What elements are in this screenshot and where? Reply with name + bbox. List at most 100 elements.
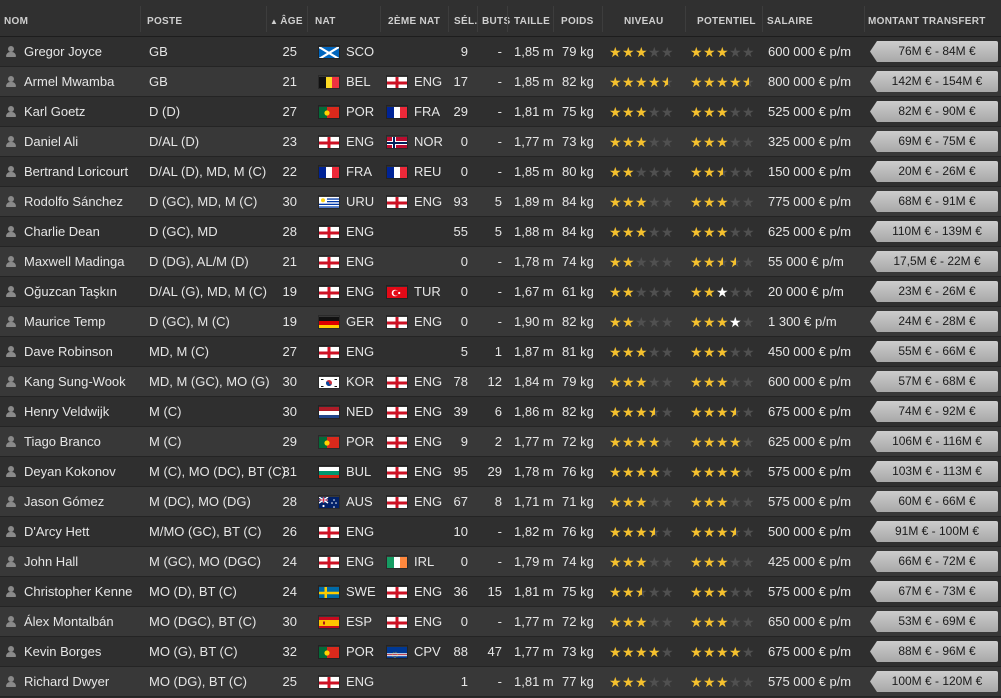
player-name[interactable]: Kang Sung-Wook: [24, 367, 126, 397]
goals: -: [497, 74, 502, 89]
transfer-value-tag[interactable]: 103M € - 113M €: [870, 461, 998, 482]
col-header-poids[interactable]: POIDS: [561, 0, 594, 37]
transfer-value-tag[interactable]: 67M € - 73M €: [870, 581, 998, 602]
col-header-poste[interactable]: POSTE: [147, 0, 182, 37]
player-name[interactable]: Daniel Ali: [24, 127, 78, 157]
star-icon: ★: [703, 464, 716, 480]
player-name[interactable]: Gregor Joyce: [24, 37, 102, 67]
transfer-value-tag[interactable]: 68M € - 91M €: [870, 191, 998, 212]
table-row[interactable]: Kang Sung-Wook MD, M (GC), MO (G) 30 KOR…: [0, 367, 1001, 397]
transfer-value-tag[interactable]: 82M € - 90M €: [870, 101, 998, 122]
table-row[interactable]: Dave Robinson MD, M (C) 27 ENG 5 1 1,87 …: [0, 337, 1001, 367]
table-row[interactable]: Kevin Borges MO (G), BT (C) 32 POR CPV 8…: [0, 637, 1001, 667]
table-row[interactable]: Gregor Joyce GB 25 SCO 9 - 1,85 m 79 kg …: [0, 37, 1001, 67]
nationality: SCO: [346, 44, 375, 59]
col-header-nat2[interactable]: 2ÈME NAT: [388, 0, 440, 37]
table-row[interactable]: Christopher Kenne MO (D), BT (C) 24 SWE …: [0, 577, 1001, 607]
flag-icon-uru: [319, 196, 339, 208]
player-name[interactable]: Maurice Temp: [24, 307, 105, 337]
player-position: MD, M (GC), MO (G): [149, 374, 270, 389]
star-icon: ★: [622, 374, 635, 390]
table-row[interactable]: Armel Mwamba GB 21 BEL ENG 17 - 1,85 m 8…: [0, 67, 1001, 97]
player-name[interactable]: Jason Gómez: [24, 487, 104, 517]
col-header-nat[interactable]: NAT: [315, 0, 336, 37]
transfer-value-tag[interactable]: 60M € - 66M €: [870, 491, 998, 512]
nationality: ENG: [346, 224, 375, 239]
transfer-value-tag[interactable]: 55M € - 66M €: [870, 341, 998, 362]
transfer-value-tag[interactable]: 24M € - 28M €: [870, 311, 998, 332]
transfer-value-tag[interactable]: 57M € - 68M €: [870, 371, 998, 392]
table-row[interactable]: Deyan Kokonov M (C), MO (DC), BT (C) 31 …: [0, 457, 1001, 487]
nationality: URU: [346, 194, 375, 209]
weight: 79 kg: [562, 44, 594, 59]
transfer-value-tag[interactable]: 106M € - 116M €: [870, 431, 998, 452]
star-icon: ★: [690, 404, 703, 420]
ability-stars: ★★★★★: [609, 547, 674, 577]
transfer-value-tag[interactable]: 74M € - 92M €: [870, 401, 998, 422]
player-name[interactable]: Charlie Dean: [24, 217, 100, 247]
player-name[interactable]: Deyan Kokonov: [24, 457, 116, 487]
col-header-niveau[interactable]: NIVEAU: [624, 0, 664, 37]
player-name[interactable]: Maxwell Madinga: [24, 247, 124, 277]
transfer-value-tag[interactable]: 17,5M € - 22M €: [870, 251, 998, 272]
player-name[interactable]: Armel Mwamba: [24, 67, 114, 97]
player-name[interactable]: Henry Veldwijk: [24, 397, 109, 427]
col-header-potentiel[interactable]: POTENTIEL: [697, 0, 756, 37]
star-icon: ★: [716, 74, 729, 90]
table-row[interactable]: Maxwell Madinga D (DG), AL/M (D) 21 ENG …: [0, 247, 1001, 277]
table-row[interactable]: Bertrand Loricourt D/AL (D), MD, M (C) 2…: [0, 157, 1001, 187]
table-row[interactable]: Henry Veldwijk M (C) 30 NED ENG 39 6 1,8…: [0, 397, 1001, 427]
transfer-value-tag[interactable]: 91M € - 100M €: [870, 521, 998, 542]
player-name[interactable]: Bertrand Loricourt: [24, 157, 128, 187]
table-row[interactable]: Oğuzcan Taşkın D/AL (G), MD, M (C) 19 EN…: [0, 277, 1001, 307]
player-name[interactable]: Rodolfo Sánchez: [24, 187, 123, 217]
star-icon: ★: [635, 224, 648, 240]
col-header-transfert[interactable]: MONTANT TRANSFERT: [868, 0, 986, 37]
player-name[interactable]: Dave Robinson: [24, 337, 113, 367]
player-name[interactable]: Richard Dwyer: [24, 667, 109, 697]
table-row[interactable]: Richard Dwyer MO (DG), BT (C) 25 ENG 1 -…: [0, 667, 1001, 697]
table-row[interactable]: Daniel Ali D/AL (D) 23 ENG NOR 0 - 1,77 …: [0, 127, 1001, 157]
player-name[interactable]: Tiago Branco: [24, 427, 101, 457]
player-name[interactable]: Karl Goetz: [24, 97, 85, 127]
table-row[interactable]: Maurice Temp D (GC), M (C) 19 GER ENG 0 …: [0, 307, 1001, 337]
transfer-value-tag[interactable]: 142M € - 154M €: [870, 71, 998, 92]
col-header-age-wrap[interactable]: ▲ ÂGE: [270, 0, 303, 37]
star-icon: ★: [729, 584, 742, 600]
flag-icon-ned: [319, 406, 339, 418]
transfer-value-tag[interactable]: 53M € - 69M €: [870, 611, 998, 632]
table-row[interactable]: Álex Montalbán MO (DGC), BT (C) 30 ESP E…: [0, 607, 1001, 637]
star-icon: ★: [648, 674, 661, 690]
table-row[interactable]: Charlie Dean D (GC), MD 28 ENG 55 5 1,88…: [0, 217, 1001, 247]
player-name[interactable]: D'Arcy Hett: [24, 517, 89, 547]
table-row[interactable]: Jason Gómez M (DC), MO (DG) 28 AUS ENG 6…: [0, 487, 1001, 517]
star-icon: ★: [661, 134, 674, 150]
transfer-value-tag[interactable]: 66M € - 72M €: [870, 551, 998, 572]
transfer-value-tag[interactable]: 100M € - 120M €: [870, 671, 998, 692]
col-header-sel[interactable]: SÉL.: [454, 0, 477, 37]
table-row[interactable]: Rodolfo Sánchez D (GC), MD, M (C) 30 URU…: [0, 187, 1001, 217]
player-name[interactable]: Álex Montalbán: [24, 607, 114, 637]
star-icon: ★: [742, 164, 755, 180]
transfer-value-tag[interactable]: 69M € - 75M €: [870, 131, 998, 152]
table-row[interactable]: D'Arcy Hett M/MO (GC), BT (C) 26 ENG 10 …: [0, 517, 1001, 547]
player-position: GB: [149, 44, 168, 59]
salary: 675 000 € p/m: [768, 644, 852, 659]
transfer-value-tag[interactable]: 88M € - 96M €: [870, 641, 998, 662]
salary: 650 000 € p/m: [768, 614, 852, 629]
transfer-value-tag[interactable]: 23M € - 26M €: [870, 281, 998, 302]
transfer-value-tag[interactable]: 110M € - 139M €: [870, 221, 998, 242]
table-row[interactable]: John Hall M (GC), MO (DGC) 24 ENG IRL 0 …: [0, 547, 1001, 577]
col-header-taille[interactable]: TAILLE: [514, 0, 550, 37]
star-icon: ★: [729, 397, 742, 427]
player-name[interactable]: Kevin Borges: [24, 637, 101, 667]
col-header-nom[interactable]: NOM: [4, 0, 28, 37]
player-name[interactable]: Christopher Kenne: [24, 577, 132, 607]
table-row[interactable]: Tiago Branco M (C) 29 POR ENG 9 2 1,77 m…: [0, 427, 1001, 457]
table-row[interactable]: Karl Goetz D (D) 27 POR FRA 29 - 1,81 m …: [0, 97, 1001, 127]
transfer-value-tag[interactable]: 76M € - 84M €: [870, 41, 998, 62]
col-header-salaire[interactable]: SALAIRE: [767, 0, 813, 37]
player-name[interactable]: Oğuzcan Taşkın: [24, 277, 117, 307]
transfer-value-tag[interactable]: 20M € - 26M €: [870, 161, 998, 182]
player-name[interactable]: John Hall: [24, 547, 78, 577]
